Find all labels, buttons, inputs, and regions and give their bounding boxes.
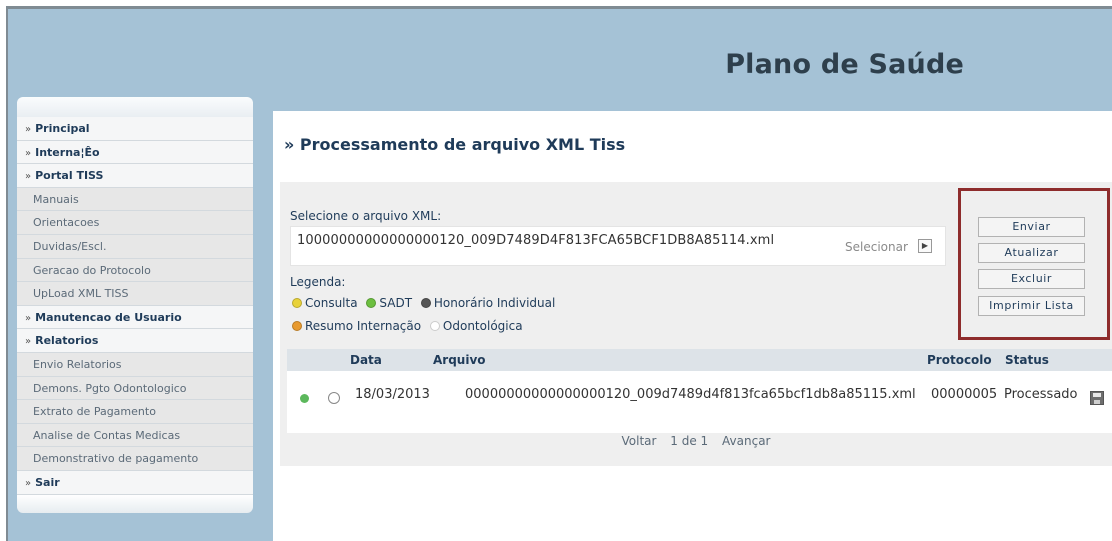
legend-row-2: Resumo Internação Odontológica [292,319,528,333]
sidebar-top-cap [17,97,253,117]
refresh-button[interactable]: Atualizar [978,243,1085,263]
select-file-button[interactable]: ▶ [918,239,932,253]
sidebar-item-label: Envio Relatorios [33,357,122,371]
table-header: Data Arquivo Protocolo Status [287,349,1112,371]
header-date: Data [350,353,382,367]
sidebar-item-sair[interactable]: » Sair [17,470,253,495]
sidebar-item-demonstrativo-de-pagamento[interactable]: Demonstrativo de pagamento [17,447,253,471]
sidebar-item-principal[interactable]: » Principal [17,117,253,141]
site-title: Plano de Saúde [725,49,964,80]
sidebar-item-orientacoes[interactable]: Orientacoes [17,211,253,235]
chevron-right-icon: » [25,336,32,348]
row-protocol: 00000005 [931,387,998,402]
sidebar-item-label: Manuais [33,192,79,206]
files-table: Data Arquivo Protocolo Status 18/03/2013… [287,349,1112,433]
sidebar-item-duvidas-escl[interactable]: Duvidas/Escl. [17,234,253,259]
sidebar-item-portal-tiss[interactable]: » Portal TISS [17,164,253,188]
legend-label-odontologica: Odontológica [442,319,523,333]
send-button[interactable]: Enviar [978,217,1085,237]
sidebar-item-label: Demons. Pgto Odontologico [33,381,187,395]
table-row[interactable]: 18/03/2013 00000000000000000120_009d7489… [287,379,1112,409]
sidebar-item-label: Sair [35,475,60,489]
select-file-label[interactable]: Selecionar [845,240,908,254]
header-status: Status [1005,353,1049,367]
sidebar-item-demons-pgto-odontologico[interactable]: Demons. Pgto Odontologico [17,376,253,401]
legend-row-1: Consulta SADT Honorário Individual [292,296,560,310]
save-icon[interactable] [1090,391,1104,405]
chevron-right-icon: » [25,124,32,135]
row-select-radio[interactable] [328,392,340,404]
play-icon: ▶ [921,241,929,250]
sidebar-item-relatorios[interactable]: » Relatorios [17,329,253,353]
row-date: 18/03/2013 [355,387,430,402]
sidebar-item-manutencao-de-usuario[interactable]: » Manutencao de Usuario [17,305,253,330]
sidebar-item-label: UpLoad XML TISS [33,287,129,301]
sidebar-item-label: Orientacoes [33,216,100,230]
legend-item-resumo-internacao: Resumo Internação [292,319,421,333]
chevron-right-icon: » [25,312,32,324]
legend-item-sadt: SADT [366,296,412,310]
sidebar-item-manuais[interactable]: Manuais [17,187,253,212]
table-body: 18/03/2013 00000000000000000120_009d7489… [287,371,1112,433]
legend-label: Legenda: [290,275,346,289]
sidebar-item-envio-relatorios[interactable]: Envio Relatorios [17,352,253,377]
file-name-value: 10000000000000000120_009D7489D4F813FCA65… [297,233,775,248]
header-protocol: Protocolo [927,353,992,367]
legend-label-honorario: Honorário Individual [433,296,556,310]
sidebar-item-label: Extrato de Pagamento [33,405,156,419]
sidebar-item-label: Portal TISS [35,169,104,183]
pager-info: 1 de 1 [670,434,709,448]
legend-item-odontologica: Odontológica [429,319,523,333]
sidebar-item-upload-xml-tiss[interactable]: UpLoad XML TISS [17,282,253,306]
sidebar-item-label: Relatorios [35,334,99,348]
legend-dot-icon [292,298,302,308]
sidebar-item-label: Interna¦Êo [35,145,100,159]
row-file: 00000000000000000120_009d7489d4f813fca65… [465,387,916,402]
print-list-button[interactable]: Imprimir Lista [978,296,1085,316]
sidebar-menu: » Principal» Interna¦Êo» Portal TISS Manuais… [17,97,253,541]
page-title: » Processamento de arquivo XML Tiss [284,135,626,154]
chevron-right-icon: » [25,477,32,489]
legend-label-sadt: SADT [379,296,413,310]
legend-dot-icon [420,298,431,308]
file-label: Selecione o arquivo XML: [290,209,442,223]
sidebar-item-label: Manutencao de Usuario [35,310,182,324]
row-status: Processado [1004,387,1078,402]
chevron-right-icon: » [25,171,32,183]
legend-item-honorario: Honorário Individual [420,296,556,310]
legend-dot-icon [292,321,302,331]
actions-highlight-box [958,188,1110,340]
sidebar-item-interna-o[interactable]: » Interna¦Êo [17,140,253,165]
sidebar-list: » Principal» Interna¦Êo» Portal TISS Manuais… [17,117,253,495]
legend-item-consulta: Consulta [292,296,358,310]
sidebar-item-analise-de-contas-medicas[interactable]: Analise de Contas Medicas [17,423,253,448]
sidebar-bottom-cap [17,494,253,513]
pager-prev-link[interactable]: Voltar [622,434,657,448]
status-dot-icon [300,394,309,403]
pager-next-link[interactable]: Avançar [722,434,770,448]
chevron-right-icon: » [25,147,32,159]
legend-dot-icon [429,321,440,331]
header-file: Arquivo [433,353,486,367]
legend-label-consulta: Consulta [305,296,358,310]
legend-dot-icon [366,298,377,308]
app-window: Plano de Saúde » Principal» Interna¦Êo» Por… [0,0,1112,541]
sidebar-item-extrato-de-pagamento[interactable]: Extrato de Pagamento [17,400,253,424]
legend-label-resumo: Resumo Internação [305,319,422,333]
sidebar-item-label: Geracao do Protocolo [33,263,151,277]
delete-button[interactable]: Excluir [978,269,1085,289]
pagination: Voltar 1 de 1 Avançar [280,434,1112,458]
sidebar-item-label: Duvidas/Escl. [33,239,107,253]
sidebar-item-geracao-do-protocolo[interactable]: Geracao do Protocolo [17,258,253,283]
sidebar-item-label: Analise de Contas Medicas [33,428,181,442]
sidebar-item-label: Demonstrativo de pagamento [33,452,199,466]
sidebar-item-label: Principal [35,122,90,135]
